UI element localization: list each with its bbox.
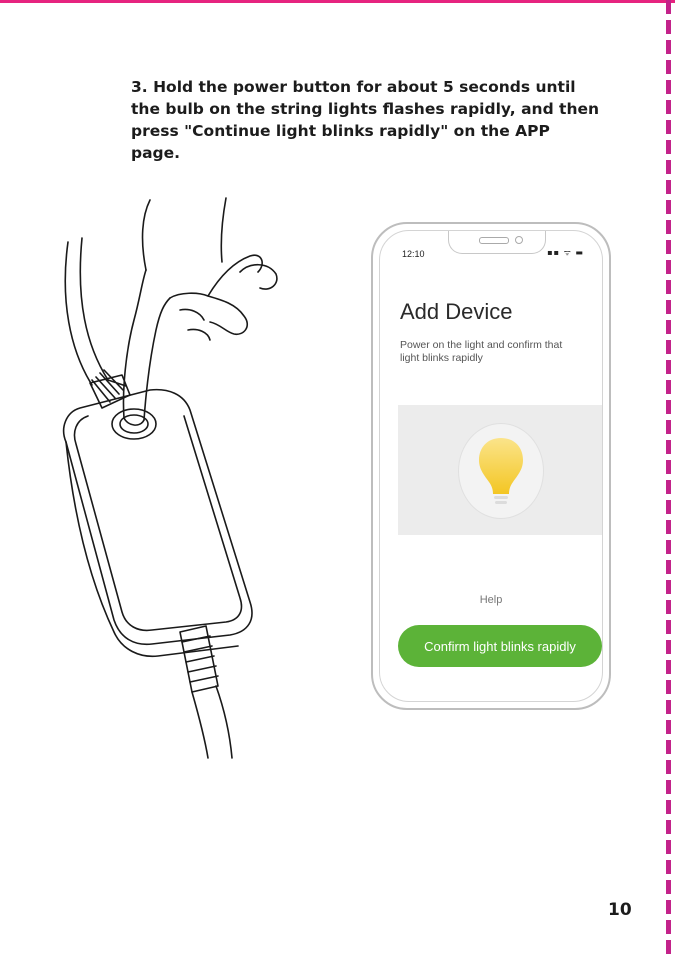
right-dashed-border	[666, 0, 671, 959]
camera-icon	[515, 236, 523, 244]
confirm-light-blinks-button[interactable]: Confirm light blinks rapidly	[398, 625, 602, 667]
top-border	[0, 0, 675, 3]
page-number: 10	[608, 900, 632, 920]
speaker-icon	[479, 237, 509, 244]
status-icons: ▪▪ ᯤ ▬	[547, 248, 584, 257]
screen-description: Power on the light and confirm that ligh…	[400, 339, 563, 364]
phone-notch	[448, 231, 546, 254]
phone-screen: 12:10 ▪▪ ᯤ ▬ Add Device Power on the lig…	[379, 230, 603, 702]
hand-pressing-controller-illustration	[62, 197, 278, 759]
lightbulb-icon	[479, 438, 523, 504]
instruction-text: 3. Hold the power button for about 5 sec…	[131, 78, 600, 162]
phone-mockup: 12:10 ▪▪ ᯤ ▬ Add Device Power on the lig…	[371, 222, 611, 710]
screen-title: Add Device	[400, 299, 513, 324]
bulb-circle	[458, 423, 544, 519]
status-time: 12:10	[402, 249, 425, 259]
bulb-panel	[398, 405, 602, 535]
help-link[interactable]: Help	[380, 594, 602, 606]
